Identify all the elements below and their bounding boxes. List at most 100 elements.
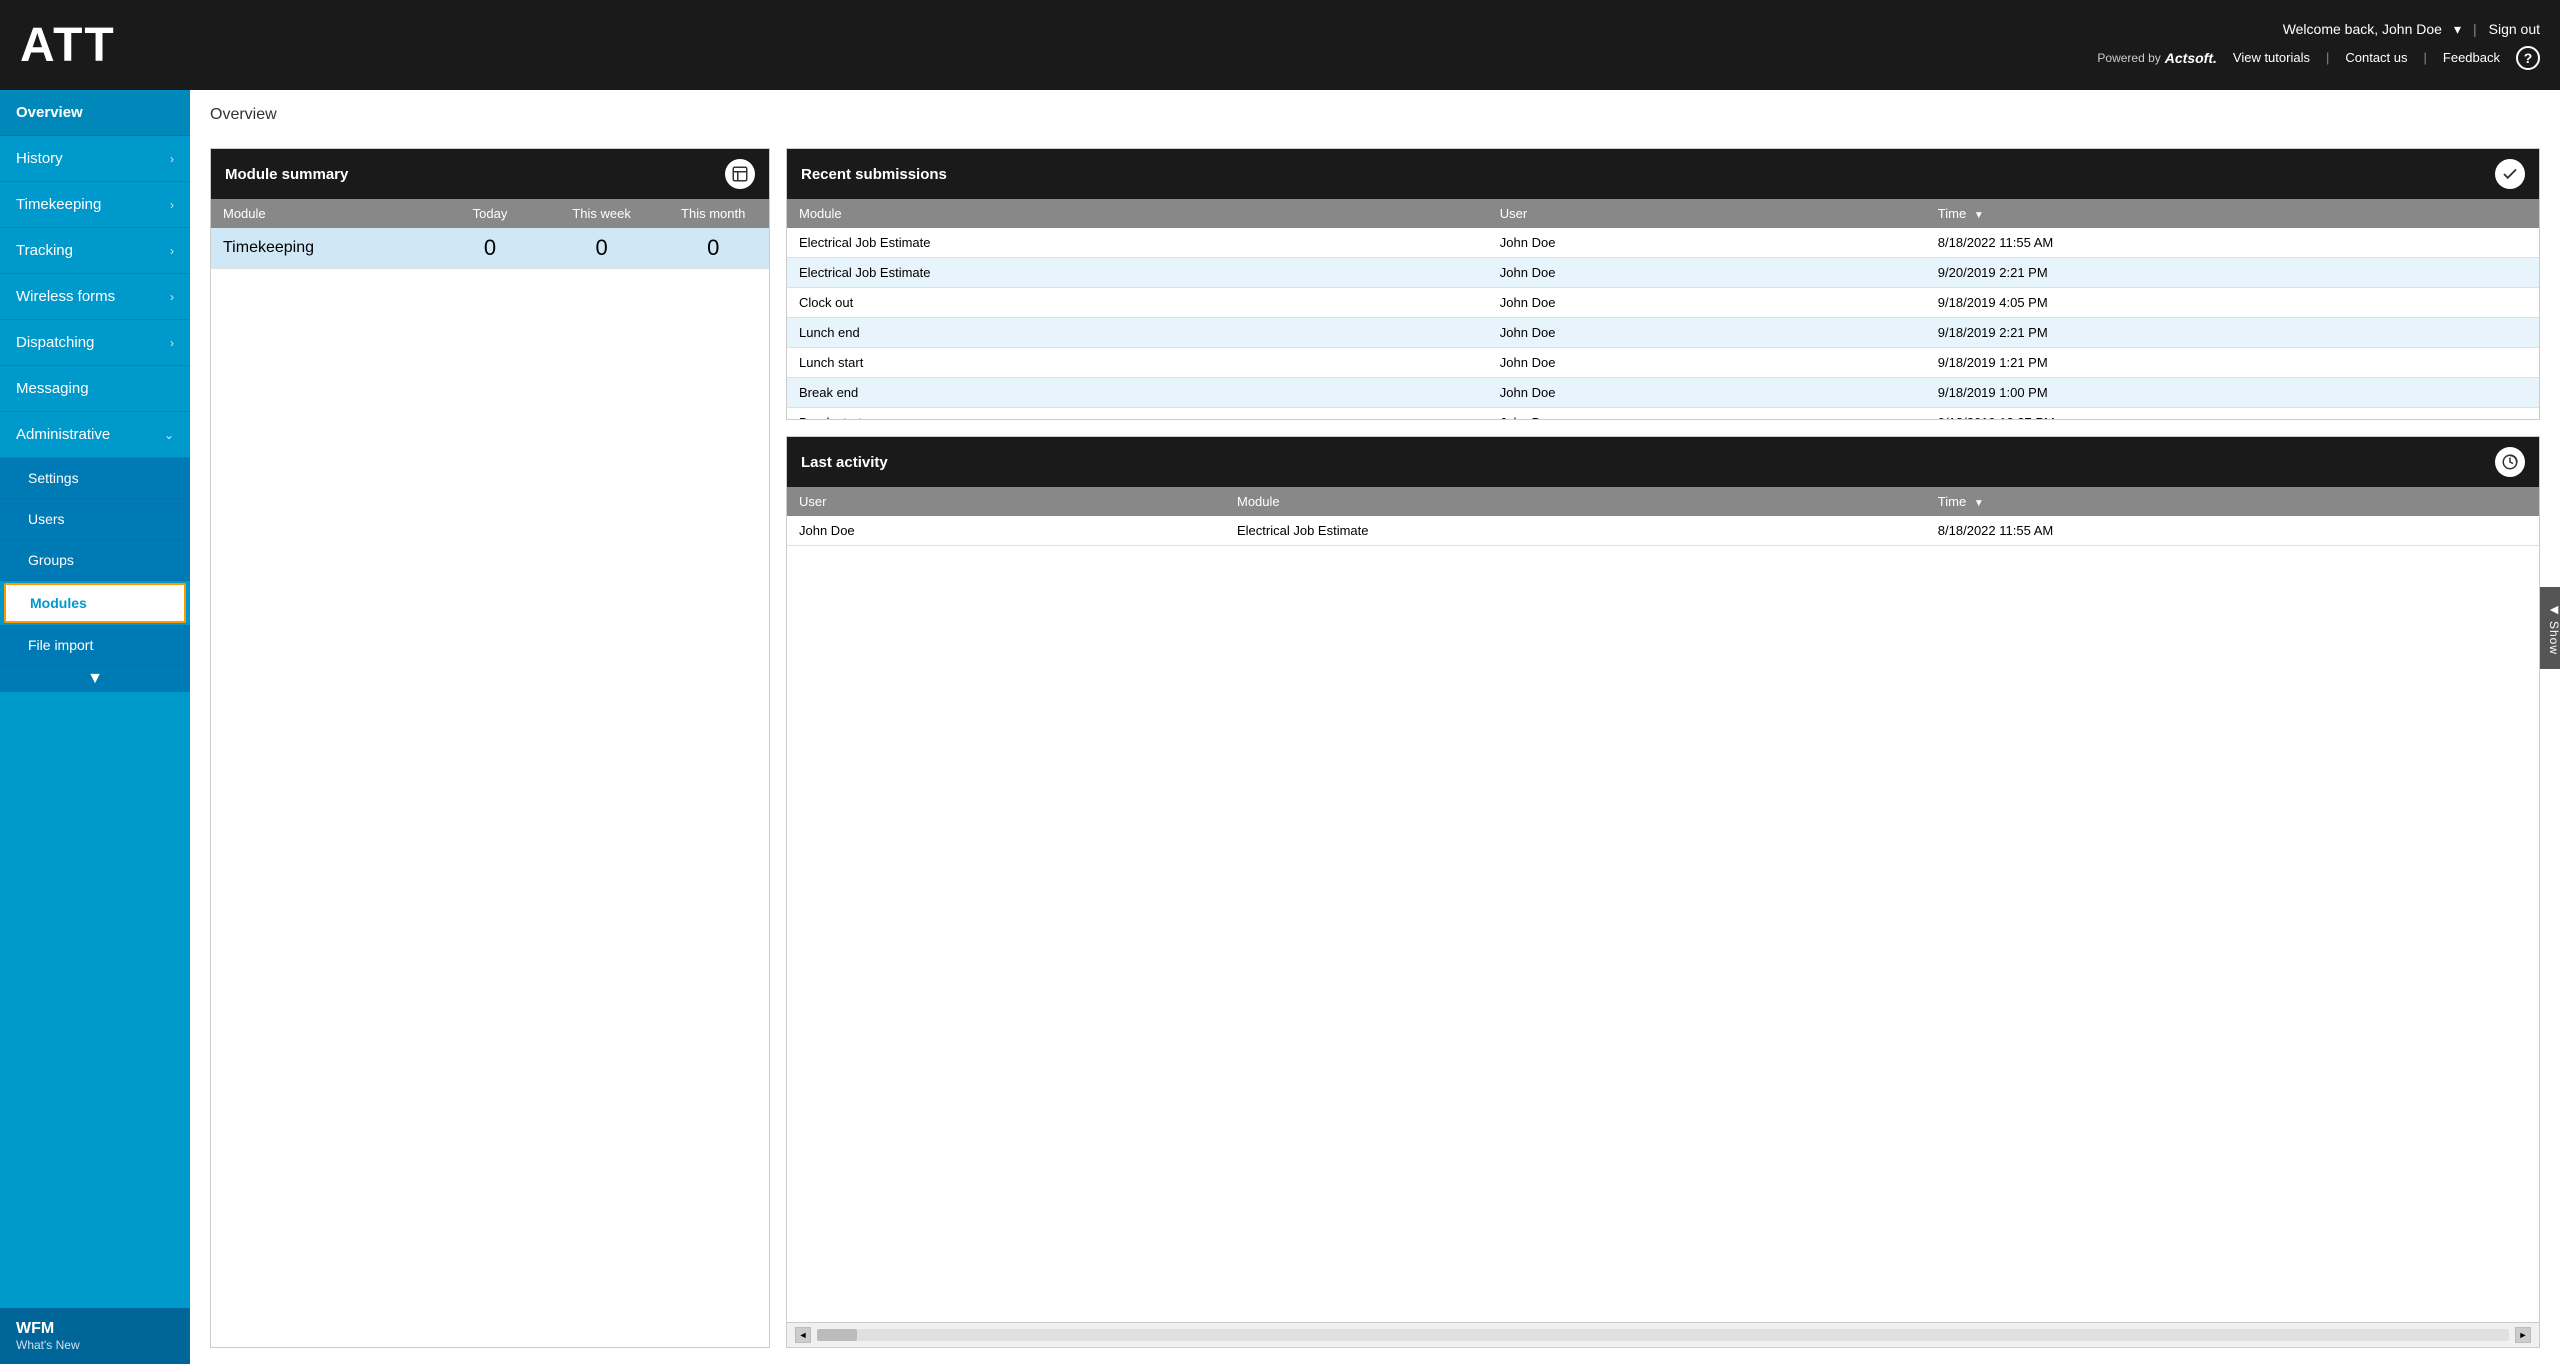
module-summary-table: Module Today This week This month Timeke…: [211, 199, 769, 269]
table-row: Electrical Job Estimate John Doe 8/18/20…: [787, 228, 2539, 258]
show-panel-button[interactable]: ◄ Show: [2540, 587, 2560, 669]
last-activity-icon[interactable]: [2495, 447, 2525, 477]
module-summary-panel: Module summary Module: [210, 148, 770, 1348]
cell-time: 9/18/2019 1:21 PM: [1926, 348, 2539, 378]
module-summary-icon[interactable]: [725, 159, 755, 189]
cell-user: John Doe: [1488, 258, 1926, 288]
cell-user: John Doe: [1488, 318, 1926, 348]
chevron-right-icon: ›: [170, 198, 174, 212]
cell-module: Lunch end: [787, 318, 1488, 348]
last-activity-table: User Module Time ▼ John Doe Electrical J…: [787, 487, 2539, 546]
chevron-down-icon: ⌄: [164, 428, 174, 442]
col-header-module: Module: [211, 199, 434, 228]
sidebar-item-tracking[interactable]: Tracking ›: [0, 228, 190, 274]
recent-submissions-scroll[interactable]: Module User Time ▼ Electrical Job Estima…: [787, 199, 2539, 419]
cell-time: 9/18/2019 1:00 PM: [1926, 378, 2539, 408]
scroll-track: [817, 1329, 2509, 1341]
cell-today: 0: [434, 228, 546, 269]
col-header-this-week: This week: [546, 199, 658, 228]
col-header-time: Time ▼: [1926, 487, 2539, 516]
cell-module: Lunch start: [787, 348, 1488, 378]
chevron-right-icon: ›: [170, 244, 174, 258]
sidebar-item-dispatching[interactable]: Dispatching ›: [0, 320, 190, 366]
cell-module: Electrical Job Estimate: [787, 228, 1488, 258]
chevron-down-icon: ▾: [2454, 21, 2461, 38]
cell-user: John Doe: [1488, 408, 1926, 420]
main-layout: Overview History › Timekeeping › Trackin…: [0, 90, 2560, 1364]
recent-submissions-panel: Recent submissions Module: [786, 148, 2540, 420]
sidebar-sub-settings[interactable]: Settings: [0, 458, 190, 499]
chevron-right-icon: ›: [170, 290, 174, 304]
module-summary-header: Module summary: [211, 149, 769, 199]
help-button[interactable]: ?: [2516, 46, 2540, 70]
recent-submissions-check-icon[interactable]: [2495, 159, 2525, 189]
cell-user: John Doe: [1488, 378, 1926, 408]
panels-row: Module summary Module: [210, 148, 2540, 1348]
user-row: Welcome back, John Doe ▾ | Sign out: [2283, 21, 2540, 38]
scroll-right-btn[interactable]: ►: [2515, 1327, 2531, 1343]
sidebar-item-messaging[interactable]: Messaging: [0, 366, 190, 412]
scroll-left-btn[interactable]: ◄: [795, 1327, 811, 1343]
chevron-right-icon: ›: [170, 152, 174, 166]
sidebar-item-administrative[interactable]: Administrative ⌄: [0, 412, 190, 458]
col-header-module: Module: [787, 199, 1488, 228]
table-row: Clock out John Doe 9/18/2019 4:05 PM: [787, 288, 2539, 318]
view-tutorials-link[interactable]: View tutorials: [2233, 50, 2310, 65]
sidebar-item-label: Dispatching: [16, 334, 94, 351]
last-activity-title: Last activity: [801, 454, 888, 471]
sidebar-sub-users[interactable]: Users: [0, 499, 190, 540]
table-row: Break start John Doe 9/18/2019 12:37 PM: [787, 408, 2539, 420]
powered-by-label: Powered by Actsoft.: [2097, 50, 2217, 66]
sidebar-sub-file-import[interactable]: File import: [0, 625, 190, 666]
recent-submissions-header: Recent submissions: [787, 149, 2539, 199]
col-header-today: Today: [434, 199, 546, 228]
last-activity-panel: Last activity: [786, 436, 2540, 1348]
sidebar-item-label: Wireless forms: [16, 288, 115, 305]
module-summary-title: Module summary: [225, 166, 348, 183]
welcome-user[interactable]: Welcome back, John Doe: [2283, 21, 2442, 37]
sign-out-link[interactable]: Sign out: [2489, 21, 2540, 37]
whats-new-link[interactable]: What's New: [16, 1338, 174, 1352]
sidebar-item-history[interactable]: History ›: [0, 136, 190, 182]
top-right: Welcome back, John Doe ▾ | Sign out Powe…: [2097, 21, 2540, 70]
top-links-row: Powered by Actsoft. View tutorials | Con…: [2097, 46, 2540, 70]
col-header-user: User: [787, 487, 1225, 516]
cell-user: John Doe: [1488, 228, 1926, 258]
sidebar-sub-modules[interactable]: Modules: [4, 583, 186, 623]
contact-us-link[interactable]: Contact us: [2345, 50, 2407, 65]
sidebar-item-timekeeping[interactable]: Timekeeping ›: [0, 182, 190, 228]
cell-module: Break start: [787, 408, 1488, 420]
horizontal-scrollbar[interactable]: ◄ ►: [787, 1322, 2539, 1347]
col-header-user: User: [1488, 199, 1926, 228]
recent-submissions-title: Recent submissions: [801, 166, 947, 183]
scroll-down-icon[interactable]: ▼: [87, 670, 103, 688]
cell-time: 8/18/2022 11:55 AM: [1926, 516, 2539, 546]
table-row: Electrical Job Estimate John Doe 9/20/20…: [787, 258, 2539, 288]
top-header: ATT Welcome back, John Doe ▾ | Sign out …: [0, 0, 2560, 90]
last-activity-content: User Module Time ▼ John Doe Electrical J…: [787, 487, 2539, 1322]
recent-submissions-table: Module User Time ▼ Electrical Job Estima…: [787, 199, 2539, 419]
cell-module: Electrical Job Estimate: [1225, 516, 1926, 546]
col-header-time: Time ▼: [1926, 199, 2539, 228]
scroll-thumb: [817, 1329, 857, 1341]
sidebar-sub-groups[interactable]: Groups: [0, 540, 190, 581]
cell-module: Break end: [787, 378, 1488, 408]
sort-icon[interactable]: ▼: [1974, 210, 1984, 221]
sidebar-item-label: Messaging: [16, 380, 89, 397]
app-logo: ATT: [20, 18, 116, 73]
sidebar-item-overview[interactable]: Overview: [0, 90, 190, 136]
cell-time: 9/20/2019 2:21 PM: [1926, 258, 2539, 288]
sidebar-item-wireless-forms[interactable]: Wireless forms ›: [0, 274, 190, 320]
right-panels: Recent submissions Module: [786, 148, 2540, 1348]
feedback-link[interactable]: Feedback: [2443, 50, 2500, 65]
cell-time: 9/18/2019 4:05 PM: [1926, 288, 2539, 318]
table-row: Lunch end John Doe 9/18/2019 2:21 PM: [787, 318, 2539, 348]
cell-user: John Doe: [787, 516, 1225, 546]
cell-time: 9/18/2019 2:21 PM: [1926, 318, 2539, 348]
sort-icon[interactable]: ▼: [1974, 498, 1984, 509]
wfm-title: WFM: [16, 1320, 174, 1338]
cell-time: 8/18/2022 11:55 AM: [1926, 228, 2539, 258]
cell-module: Electrical Job Estimate: [787, 258, 1488, 288]
table-row: Lunch start John Doe 9/18/2019 1:21 PM: [787, 348, 2539, 378]
last-activity-header: Last activity: [787, 437, 2539, 487]
